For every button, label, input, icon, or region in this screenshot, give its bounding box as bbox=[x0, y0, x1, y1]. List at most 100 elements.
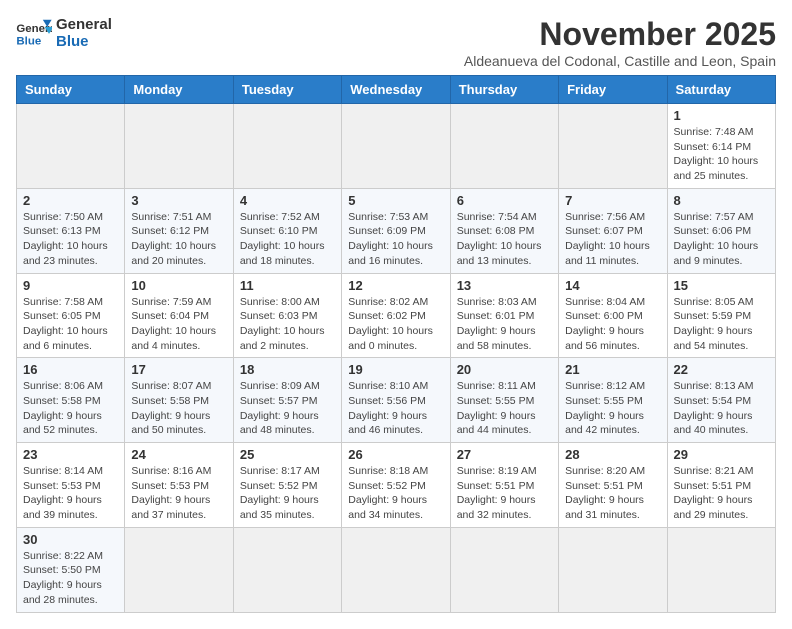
calendar-cell: 21 Sunrise: 8:12 AM Sunset: 5:55 PM Dayli… bbox=[559, 358, 667, 443]
day-number: 6 bbox=[457, 193, 552, 208]
header: General Blue General Blue November 2025 … bbox=[16, 16, 776, 69]
day-number: 5 bbox=[348, 193, 443, 208]
calendar-cell: 16 Sunrise: 8:06 AM Sunset: 5:58 PM Dayli… bbox=[17, 358, 125, 443]
day-number: 21 bbox=[565, 362, 660, 377]
calendar-cell: 13 Sunrise: 8:03 AM Sunset: 6:01 PM Dayli… bbox=[450, 273, 558, 358]
day-number: 30 bbox=[23, 532, 118, 547]
day-info: Sunrise: 8:06 AM Sunset: 5:58 PM Dayligh… bbox=[23, 379, 118, 438]
day-number: 19 bbox=[348, 362, 443, 377]
day-info: Sunrise: 8:02 AM Sunset: 6:02 PM Dayligh… bbox=[348, 295, 443, 354]
calendar-cell bbox=[233, 527, 341, 612]
day-number: 1 bbox=[674, 108, 769, 123]
day-info: Sunrise: 8:12 AM Sunset: 5:55 PM Dayligh… bbox=[565, 379, 660, 438]
calendar-cell bbox=[559, 104, 667, 189]
day-info: Sunrise: 7:48 AM Sunset: 6:14 PM Dayligh… bbox=[674, 125, 769, 184]
day-info: Sunrise: 8:11 AM Sunset: 5:55 PM Dayligh… bbox=[457, 379, 552, 438]
calendar-cell: 19Sunrise: 8:10 AM Sunset: 5:56 PM Dayli… bbox=[342, 358, 450, 443]
calendar-cell: 18Sunrise: 8:09 AM Sunset: 5:57 PM Dayli… bbox=[233, 358, 341, 443]
day-info: Sunrise: 8:03 AM Sunset: 6:01 PM Dayligh… bbox=[457, 295, 552, 354]
day-number: 4 bbox=[240, 193, 335, 208]
day-number: 13 bbox=[457, 278, 552, 293]
day-info: Sunrise: 8:17 AM Sunset: 5:52 PM Dayligh… bbox=[240, 464, 335, 523]
weekday-header-thursday: Thursday bbox=[450, 76, 558, 104]
calendar-cell bbox=[233, 104, 341, 189]
calendar-cell: 30 Sunrise: 8:22 AM Sunset: 5:50 PM Dayli… bbox=[17, 527, 125, 612]
calendar-cell: 20Sunrise: 8:11 AM Sunset: 5:55 PM Dayli… bbox=[450, 358, 558, 443]
calendar-week-1: 1 Sunrise: 7:48 AM Sunset: 6:14 PM Daylig… bbox=[17, 104, 776, 189]
day-number: 7 bbox=[565, 193, 660, 208]
day-number: 26 bbox=[348, 447, 443, 462]
day-number: 24 bbox=[131, 447, 226, 462]
day-info: Sunrise: 7:54 AM Sunset: 6:08 PM Dayligh… bbox=[457, 210, 552, 269]
day-info: Sunrise: 7:53 AM Sunset: 6:09 PM Dayligh… bbox=[348, 210, 443, 269]
calendar-cell: 25 Sunrise: 8:17 AM Sunset: 5:52 PM Dayli… bbox=[233, 443, 341, 528]
calendar-cell bbox=[450, 527, 558, 612]
day-number: 8 bbox=[674, 193, 769, 208]
day-number: 28 bbox=[565, 447, 660, 462]
calendar-cell: 5 Sunrise: 7:53 AM Sunset: 6:09 PM Daylig… bbox=[342, 188, 450, 273]
weekday-header-sunday: Sunday bbox=[17, 76, 125, 104]
day-number: 18 bbox=[240, 362, 335, 377]
weekday-header-wednesday: Wednesday bbox=[342, 76, 450, 104]
calendar-cell: 1 Sunrise: 7:48 AM Sunset: 6:14 PM Daylig… bbox=[667, 104, 775, 189]
day-number: 29 bbox=[674, 447, 769, 462]
logo-general: General bbox=[56, 16, 112, 33]
calendar-table: SundayMondayTuesdayWednesdayThursdayFrid… bbox=[16, 75, 776, 613]
day-number: 3 bbox=[131, 193, 226, 208]
day-info: Sunrise: 8:00 AM Sunset: 6:03 PM Dayligh… bbox=[240, 295, 335, 354]
day-number: 25 bbox=[240, 447, 335, 462]
calendar-cell bbox=[667, 527, 775, 612]
day-number: 16 bbox=[23, 362, 118, 377]
calendar-week-4: 16 Sunrise: 8:06 AM Sunset: 5:58 PM Dayli… bbox=[17, 358, 776, 443]
day-number: 27 bbox=[457, 447, 552, 462]
day-number: 22 bbox=[674, 362, 769, 377]
calendar-week-2: 2 Sunrise: 7:50 AM Sunset: 6:13 PM Daylig… bbox=[17, 188, 776, 273]
day-info: Sunrise: 8:18 AM Sunset: 5:52 PM Dayligh… bbox=[348, 464, 443, 523]
svg-text:Blue: Blue bbox=[16, 35, 41, 47]
weekday-header-monday: Monday bbox=[125, 76, 233, 104]
day-info: Sunrise: 8:04 AM Sunset: 6:00 PM Dayligh… bbox=[565, 295, 660, 354]
calendar-cell: 4 Sunrise: 7:52 AM Sunset: 6:10 PM Daylig… bbox=[233, 188, 341, 273]
day-number: 15 bbox=[674, 278, 769, 293]
weekday-header-friday: Friday bbox=[559, 76, 667, 104]
day-number: 17 bbox=[131, 362, 226, 377]
calendar-cell: 9Sunrise: 7:58 AM Sunset: 6:05 PM Daylig… bbox=[17, 273, 125, 358]
day-info: Sunrise: 8:19 AM Sunset: 5:51 PM Dayligh… bbox=[457, 464, 552, 523]
day-info: Sunrise: 8:05 AM Sunset: 5:59 PM Dayligh… bbox=[674, 295, 769, 354]
day-info: Sunrise: 8:13 AM Sunset: 5:54 PM Dayligh… bbox=[674, 379, 769, 438]
calendar-cell: 23Sunrise: 8:14 AM Sunset: 5:53 PM Dayli… bbox=[17, 443, 125, 528]
day-number: 2 bbox=[23, 193, 118, 208]
title-block: November 2025 Aldeanueva del Codonal, Ca… bbox=[464, 16, 776, 69]
logo: General Blue General Blue bbox=[16, 16, 112, 50]
day-info: Sunrise: 7:51 AM Sunset: 6:12 PM Dayligh… bbox=[131, 210, 226, 269]
calendar-week-6: 30 Sunrise: 8:22 AM Sunset: 5:50 PM Dayli… bbox=[17, 527, 776, 612]
calendar-cell bbox=[17, 104, 125, 189]
day-number: 10 bbox=[131, 278, 226, 293]
day-info: Sunrise: 8:16 AM Sunset: 5:53 PM Dayligh… bbox=[131, 464, 226, 523]
calendar-cell: 24 Sunrise: 8:16 AM Sunset: 5:53 PM Dayli… bbox=[125, 443, 233, 528]
day-number: 14 bbox=[565, 278, 660, 293]
day-number: 9 bbox=[23, 278, 118, 293]
calendar-cell: 22 Sunrise: 8:13 AM Sunset: 5:54 PM Dayli… bbox=[667, 358, 775, 443]
calendar-cell: 6 Sunrise: 7:54 AM Sunset: 6:08 PM Daylig… bbox=[450, 188, 558, 273]
day-info: Sunrise: 8:22 AM Sunset: 5:50 PM Dayligh… bbox=[23, 549, 118, 608]
day-info: Sunrise: 7:57 AM Sunset: 6:06 PM Dayligh… bbox=[674, 210, 769, 269]
weekday-header-row: SundayMondayTuesdayWednesdayThursdayFrid… bbox=[17, 76, 776, 104]
day-info: Sunrise: 7:52 AM Sunset: 6:10 PM Dayligh… bbox=[240, 210, 335, 269]
calendar-cell: 27 Sunrise: 8:19 AM Sunset: 5:51 PM Dayli… bbox=[450, 443, 558, 528]
calendar-subtitle: Aldeanueva del Codonal, Castille and Leo… bbox=[464, 53, 776, 69]
logo-icon: General Blue bbox=[16, 18, 52, 48]
calendar-cell: 10 Sunrise: 7:59 AM Sunset: 6:04 PM Dayli… bbox=[125, 273, 233, 358]
calendar-cell: 8 Sunrise: 7:57 AM Sunset: 6:06 PM Daylig… bbox=[667, 188, 775, 273]
calendar-cell bbox=[342, 527, 450, 612]
calendar-cell bbox=[125, 527, 233, 612]
day-info: Sunrise: 8:20 AM Sunset: 5:51 PM Dayligh… bbox=[565, 464, 660, 523]
calendar-week-3: 9Sunrise: 7:58 AM Sunset: 6:05 PM Daylig… bbox=[17, 273, 776, 358]
day-info: Sunrise: 7:50 AM Sunset: 6:13 PM Dayligh… bbox=[23, 210, 118, 269]
day-info: Sunrise: 7:56 AM Sunset: 6:07 PM Dayligh… bbox=[565, 210, 660, 269]
calendar-cell: 14 Sunrise: 8:04 AM Sunset: 6:00 PM Dayli… bbox=[559, 273, 667, 358]
calendar-cell: 26 Sunrise: 8:18 AM Sunset: 5:52 PM Dayli… bbox=[342, 443, 450, 528]
day-info: Sunrise: 7:59 AM Sunset: 6:04 PM Dayligh… bbox=[131, 295, 226, 354]
day-info: Sunrise: 8:07 AM Sunset: 5:58 PM Dayligh… bbox=[131, 379, 226, 438]
day-number: 12 bbox=[348, 278, 443, 293]
